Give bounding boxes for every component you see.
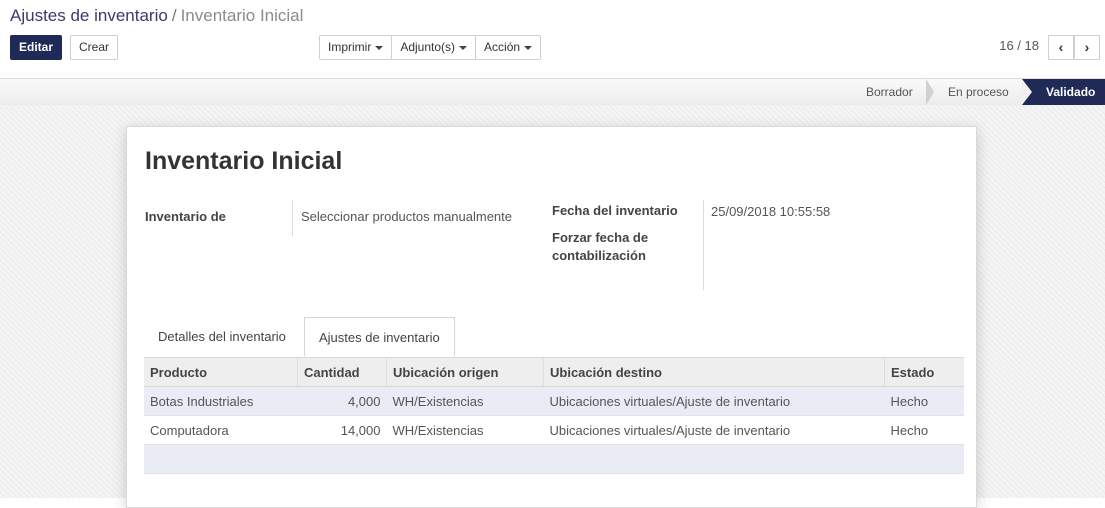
- form-sheet: Inventario Inicial Inventario de Selecci…: [126, 126, 977, 508]
- inventory-date-label: Fecha del inventario: [552, 203, 678, 218]
- control-panel: Ajustes de inventario / Inventario Inicial…: [0, 0, 1105, 78]
- status-bar: Borrador En proceso Validado: [0, 78, 1105, 106]
- attachments-label: Adjunto(s): [400, 40, 456, 54]
- cell-product: Computadora: [144, 415, 298, 445]
- create-button[interactable]: Crear: [70, 35, 119, 60]
- caret-down-icon: [459, 45, 468, 50]
- force-date-label: Forzar fecha de contabilización: [552, 230, 649, 263]
- table-row[interactable]: Computadora 14,000 WH/Existencias Ubicac…: [144, 415, 964, 445]
- pager-previous-icon[interactable]: ‹: [1048, 35, 1074, 60]
- print-dropdown-button[interactable]: Imprimir: [319, 35, 393, 60]
- tab-inventory-details[interactable]: Detalles del inventario: [144, 317, 300, 357]
- adjustments-table: Producto Cantidad Ubicación origen Ubica…: [144, 357, 964, 474]
- pager-next-icon[interactable]: ›: [1074, 35, 1100, 60]
- cell-quantity: 14,000: [297, 415, 387, 445]
- breadcrumb-current: Inventario Inicial: [180, 6, 304, 25]
- caret-down-icon: [375, 45, 384, 50]
- page-title: Inventario Inicial: [145, 147, 343, 175]
- field-divider: [292, 200, 293, 236]
- column-header-quantity[interactable]: Cantidad: [297, 357, 387, 387]
- action-dropdown-button[interactable]: Acción: [475, 35, 542, 60]
- attachments-dropdown-button[interactable]: Adjunto(s): [391, 35, 477, 60]
- inventory-of-value: Seleccionar productos manualmente: [301, 209, 513, 224]
- stage-draft[interactable]: Borrador: [856, 79, 934, 105]
- notebook-tabs: Detalles del inventario Ajustes de inven…: [144, 317, 964, 357]
- tab-inventory-adjustments[interactable]: Ajustes de inventario: [304, 317, 455, 357]
- column-header-status[interactable]: Estado: [884, 357, 964, 387]
- pager-value[interactable]: 16 / 18: [999, 38, 1039, 53]
- caret-down-icon: [524, 45, 533, 50]
- edit-button[interactable]: Editar: [10, 35, 63, 60]
- stage-in-progress[interactable]: En proceso: [936, 79, 1030, 105]
- table-row[interactable]: Botas Industriales 4,000 WH/Existencias …: [144, 386, 964, 416]
- cell-product: Botas Industriales: [144, 386, 298, 416]
- print-label: Imprimir: [328, 40, 372, 54]
- cell-source-location: WH/Existencias: [386, 415, 544, 445]
- table-header-row: Producto Cantidad Ubicación origen Ubica…: [144, 357, 964, 387]
- cell-quantity: 4,000: [297, 386, 387, 416]
- breadcrumb-parent[interactable]: Ajustes de inventario: [10, 6, 168, 25]
- breadcrumb: Ajustes de inventario / Inventario Inicial: [10, 6, 303, 26]
- cell-status: Hecho: [884, 386, 964, 416]
- cell-destination-location: Ubicaciones virtuales/Ajuste de inventar…: [543, 415, 885, 445]
- cell-status: Hecho: [884, 415, 964, 445]
- column-header-product[interactable]: Producto: [144, 357, 298, 387]
- table-empty-row: [144, 444, 964, 474]
- sidebar-button-group: Imprimir Adjunto(s) Acción: [319, 35, 542, 60]
- field-divider: [703, 200, 704, 290]
- column-header-destination-location[interactable]: Ubicación destino: [543, 357, 885, 387]
- inventory-of-label: Inventario de: [145, 209, 226, 224]
- cell-source-location: WH/Existencias: [386, 386, 544, 416]
- breadcrumb-separator: /: [171, 6, 177, 25]
- stage-validated[interactable]: Validado: [1022, 79, 1105, 105]
- cell-destination-location: Ubicaciones virtuales/Ajuste de inventar…: [543, 386, 885, 416]
- action-label: Acción: [484, 40, 521, 54]
- column-header-source-location[interactable]: Ubicación origen: [386, 357, 544, 387]
- inventory-date-value: 25/09/2018 10:55:58: [711, 204, 831, 219]
